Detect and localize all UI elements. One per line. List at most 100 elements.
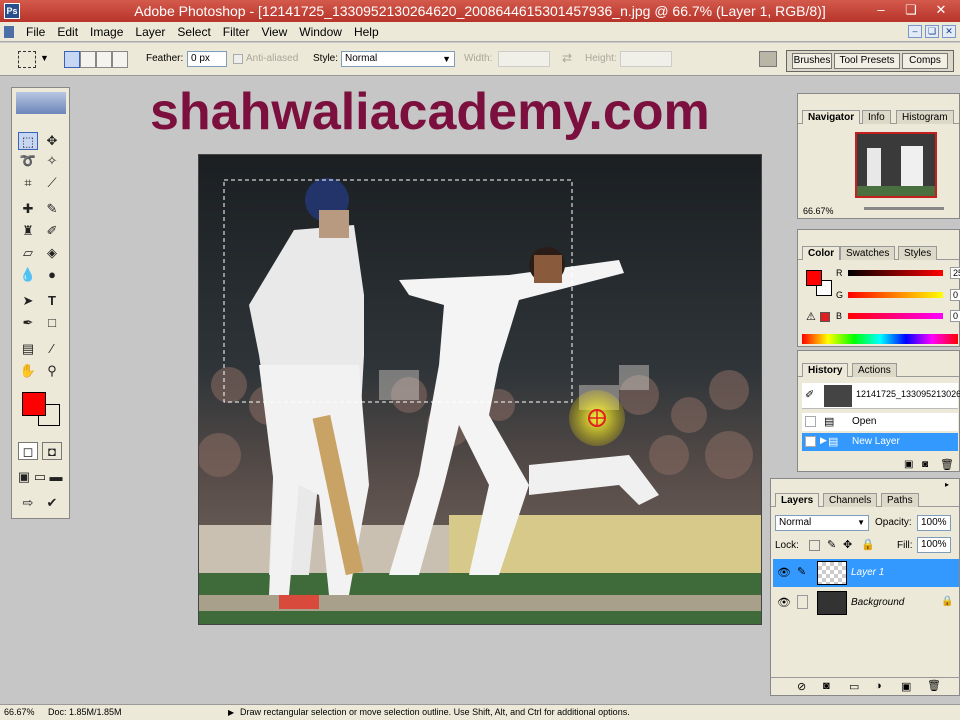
channel-g-value[interactable]: 0	[950, 289, 960, 301]
zoom-tool-icon[interactable]: ⚲	[42, 362, 62, 380]
layer-row-layer-1[interactable]: 👁 ✎ Layer 1	[773, 559, 959, 587]
subtract-selection-icon[interactable]	[96, 51, 112, 68]
tab-layers[interactable]: Layers	[775, 493, 820, 507]
minimize-button[interactable]: –	[870, 1, 892, 19]
tab-history[interactable]: History	[802, 363, 849, 377]
clone-stamp-tool-icon[interactable]: ♜	[18, 222, 38, 240]
layer-name[interactable]: Layer 1	[851, 567, 884, 578]
adjustment-layer-icon[interactable]: ◑	[875, 680, 882, 692]
path-selection-tool-icon[interactable]: ➤	[18, 292, 38, 310]
new-group-icon[interactable]: ▭	[849, 680, 859, 693]
width-input[interactable]	[498, 51, 550, 67]
layer-style-icon[interactable]: ⊘	[797, 680, 806, 693]
tab-color[interactable]: Color	[802, 246, 841, 260]
menu-help[interactable]: Help	[348, 22, 385, 42]
paint-bucket-tool-icon[interactable]: ◈	[42, 244, 62, 262]
history-item-open[interactable]: ▤ Open	[802, 413, 958, 431]
menu-window[interactable]: Window	[293, 22, 348, 42]
history-brush-source-icon[interactable]: ✐	[805, 388, 814, 401]
type-tool-icon[interactable]: T	[42, 292, 62, 310]
menu-layer[interactable]: Layer	[129, 22, 171, 42]
close-button[interactable]: ✕	[930, 1, 952, 19]
trash-icon[interactable]: 🗑	[927, 679, 941, 692]
layer-name[interactable]: Background	[851, 597, 904, 608]
edit-in-imageready-icon[interactable]: ✔	[42, 494, 62, 512]
preset-dropdown-arrow-icon[interactable]: ▼	[40, 53, 49, 63]
channel-r-slider[interactable]	[848, 270, 943, 276]
doc-close-button[interactable]: ✕	[942, 25, 956, 38]
height-input[interactable]	[620, 51, 672, 67]
status-arrow-icon[interactable]: ▶	[228, 705, 234, 720]
status-doc-size[interactable]: Doc: 1.85M/1.85M	[48, 705, 122, 720]
channel-b-slider[interactable]	[848, 313, 943, 319]
slice-tool-icon[interactable]: ⟋	[42, 174, 62, 192]
brushes-well-tab[interactable]: Brushes	[792, 53, 832, 69]
feather-input[interactable]: 0 px	[187, 51, 227, 67]
tab-swatches[interactable]: Swatches	[840, 246, 896, 260]
eyedropper-tool-icon[interactable]: ⁄	[42, 340, 62, 358]
lock-all-icon[interactable]: 🔒	[861, 538, 875, 551]
hand-tool-icon[interactable]: ✋	[18, 362, 38, 380]
file-browser-icon[interactable]	[759, 51, 777, 67]
marquee-tool-preset-icon[interactable]	[18, 51, 36, 68]
history-item-new-layer[interactable]: ▶ ▤ New Layer	[802, 433, 958, 451]
full-screen-mode-icon[interactable]: ▬	[48, 468, 64, 486]
doc-minimize-button[interactable]: –	[908, 25, 922, 38]
menu-select[interactable]: Select	[171, 22, 216, 42]
color-spectrum-bar[interactable]	[802, 334, 958, 344]
magic-wand-tool-icon[interactable]: ✧	[42, 152, 62, 170]
layer-mask-icon[interactable]: ◙	[823, 680, 830, 692]
navigator-zoom-value[interactable]: 66.67%	[803, 206, 834, 216]
fill-input[interactable]: 100%	[917, 537, 951, 553]
swap-dimensions-icon[interactable]: ⇄	[562, 51, 572, 65]
tab-styles[interactable]: Styles	[898, 246, 938, 260]
blur-tool-icon[interactable]: 💧	[18, 266, 38, 284]
navigator-thumbnail[interactable]	[855, 132, 937, 198]
menu-view[interactable]: View	[255, 22, 293, 42]
brush-tool-icon[interactable]: ✎	[42, 200, 62, 218]
style-select[interactable]: Normal ▼	[341, 51, 455, 67]
channel-r-value[interactable]: 25	[950, 267, 960, 279]
menu-file[interactable]: File	[20, 22, 51, 42]
history-snapshot[interactable]: ✐ 12141725_1330952130264	[802, 383, 960, 409]
channel-g-slider[interactable]	[848, 292, 943, 298]
menu-image[interactable]: Image	[84, 22, 129, 42]
menu-filter[interactable]: Filter	[217, 22, 256, 42]
trash-icon[interactable]: 🗑	[940, 458, 954, 471]
opacity-input[interactable]: 100%	[917, 515, 951, 531]
menu-edit[interactable]: Edit	[51, 22, 84, 42]
tab-paths[interactable]: Paths	[881, 493, 919, 507]
eraser-tool-icon[interactable]: ▱	[18, 244, 38, 262]
lock-paint-icon[interactable]: ✎	[827, 538, 836, 551]
history-source-checkbox[interactable]	[805, 416, 816, 427]
comps-well-tab[interactable]: Comps	[902, 53, 948, 69]
lock-transparency-icon[interactable]	[809, 540, 820, 551]
document-canvas[interactable]	[198, 154, 762, 625]
history-brush-tool-icon[interactable]: ✐	[42, 222, 62, 240]
tab-info[interactable]: Info	[862, 110, 891, 124]
new-document-from-state-icon[interactable]: ▣	[904, 459, 913, 470]
new-snapshot-icon[interactable]: ◙	[922, 459, 928, 470]
foreground-color-swatch[interactable]	[22, 392, 46, 416]
eye-icon[interactable]: 👁	[777, 596, 791, 609]
tab-actions[interactable]: Actions	[852, 363, 897, 377]
move-tool-icon[interactable]: ✥	[42, 132, 62, 150]
dodge-tool-icon[interactable]: ●	[42, 266, 62, 284]
quick-mask-mode-icon[interactable]: ◘	[42, 442, 62, 460]
tab-histogram[interactable]: Histogram	[896, 110, 954, 124]
gamut-color-chip[interactable]	[820, 312, 830, 322]
link-box[interactable]	[797, 595, 808, 609]
doc-restore-button[interactable]: ❏	[925, 25, 939, 38]
history-source-checkbox[interactable]	[805, 436, 816, 447]
layer-row-background[interactable]: 👁 Background 🔒	[773, 589, 959, 617]
pen-tool-icon[interactable]: ✒	[18, 314, 38, 332]
navigator-zoom-slider[interactable]	[864, 207, 944, 210]
status-zoom[interactable]: 66.67%	[4, 705, 35, 720]
color-fg-swatch[interactable]	[806, 270, 822, 286]
new-selection-icon[interactable]	[64, 51, 80, 68]
crop-tool-icon[interactable]: ⌗	[18, 174, 38, 192]
restore-button[interactable]: ❏	[900, 1, 922, 19]
standard-mode-icon[interactable]: ◻	[18, 442, 38, 460]
standard-screen-mode-icon[interactable]: ▣	[16, 468, 32, 486]
brush-link-icon[interactable]: ✎	[797, 565, 806, 578]
